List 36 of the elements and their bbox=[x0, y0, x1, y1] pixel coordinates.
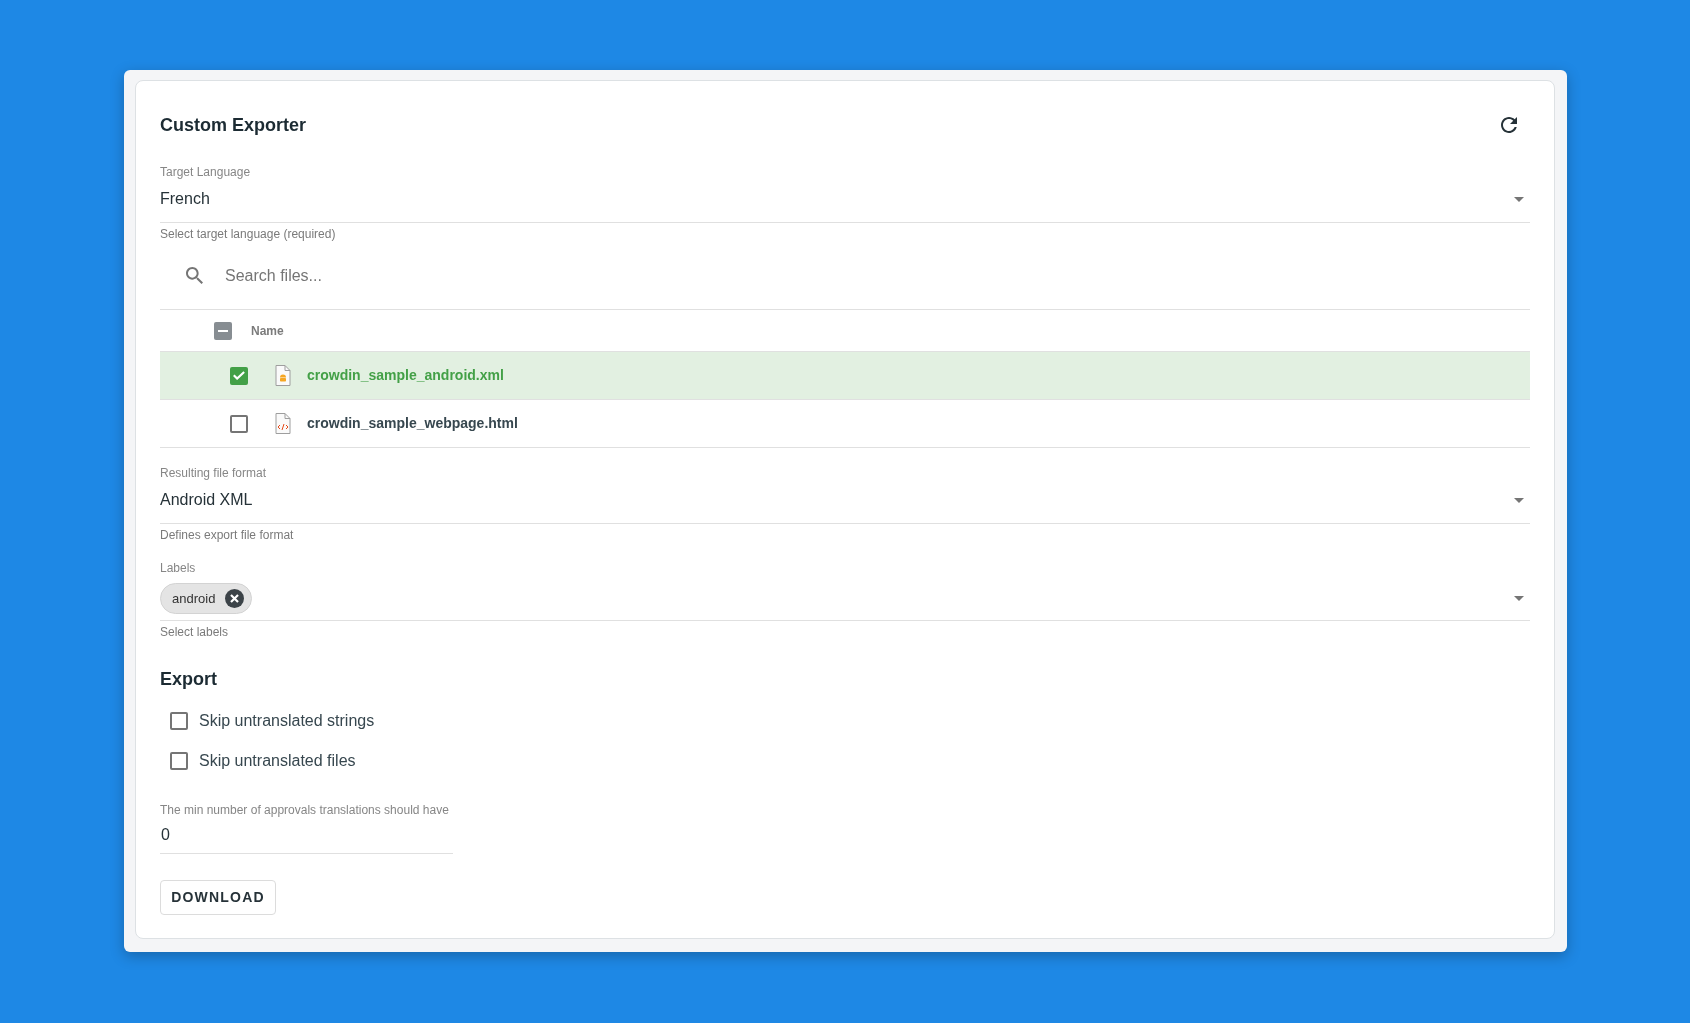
dropdown-arrow-icon[interactable] bbox=[1514, 196, 1524, 202]
download-button[interactable]: DOWNLOAD bbox=[160, 880, 276, 915]
checkbox[interactable] bbox=[214, 321, 232, 340]
helper-text: Defines export file format bbox=[160, 527, 295, 543]
column-header: Name bbox=[251, 322, 284, 340]
checkbox[interactable] bbox=[170, 712, 188, 730]
card-title: Custom Exporter bbox=[160, 114, 307, 137]
dropdown-arrow-icon[interactable] bbox=[1514, 497, 1524, 503]
helper-text: Select labels bbox=[160, 624, 230, 640]
chip-label: android bbox=[172, 589, 216, 608]
minus-icon bbox=[218, 329, 228, 332]
search-icon bbox=[186, 267, 203, 284]
refresh-icon[interactable] bbox=[1501, 117, 1517, 133]
section-heading: Export bbox=[160, 668, 218, 691]
helper-text: Select target language (required) bbox=[160, 226, 337, 242]
field-label: Target Language bbox=[160, 164, 252, 180]
approvals-field[interactable]: 0 bbox=[160, 822, 453, 854]
labels-select[interactable]: android bbox=[160, 583, 1530, 621]
checkbox[interactable] bbox=[230, 366, 248, 385]
option-label: Skip untranslated files bbox=[199, 751, 356, 771]
checkbox[interactable] bbox=[230, 414, 248, 433]
check-icon bbox=[233, 371, 245, 380]
file-icon bbox=[275, 365, 291, 386]
close-icon[interactable] bbox=[225, 589, 245, 608]
field-label: The min number of approvals translations should have bbox=[160, 802, 450, 818]
language-select[interactable]: French bbox=[160, 187, 1530, 223]
file-name: crowdin_sample_webpage.html bbox=[307, 414, 518, 433]
format-select[interactable]: Android XML bbox=[160, 488, 1530, 524]
dropdown-arrow-icon[interactable] bbox=[1514, 596, 1524, 601]
option-label: Skip untranslated strings bbox=[199, 711, 375, 731]
field-label: Resulting file format bbox=[160, 465, 268, 481]
search-field[interactable]: Search files... bbox=[225, 255, 1530, 296]
field-label: Labels bbox=[160, 560, 197, 576]
code-file-icon bbox=[275, 413, 291, 434]
file-name: crowdin_sample_android.xml bbox=[307, 366, 504, 385]
checkbox[interactable] bbox=[170, 752, 188, 770]
